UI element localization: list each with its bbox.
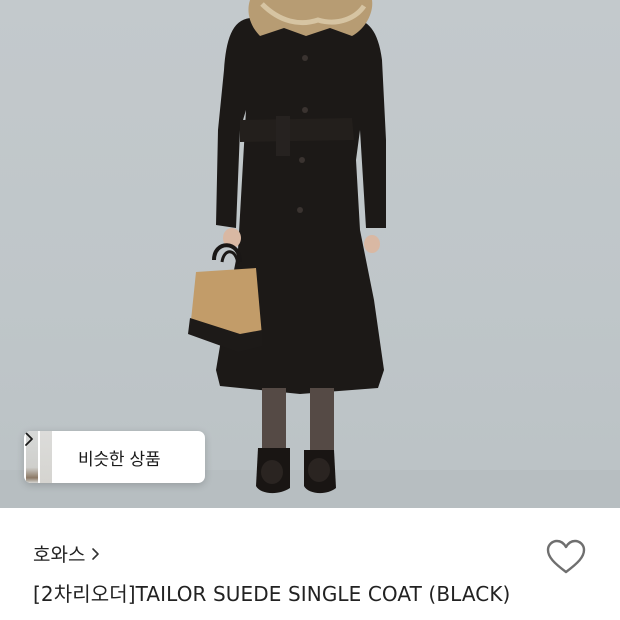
similar-product-thumbnail: [40, 431, 53, 483]
like-button[interactable]: [545, 539, 587, 579]
product-info: 호와스 [2차리오더]TAILOR SUEDE SINGLE COAT (BLA…: [0, 508, 620, 620]
similar-products-label: 비슷한 상품: [78, 449, 161, 470]
similar-products-button[interactable]: 비슷한 상품: [24, 431, 205, 483]
chevron-right-icon: [91, 547, 100, 561]
brand-link[interactable]: 호와스: [33, 540, 100, 567]
product-image[interactable]: 비슷한 상품: [0, 0, 620, 508]
heart-outline-icon: [546, 539, 586, 579]
brand-name: 호와스: [33, 544, 86, 566]
product-title: [2차리오더]TAILOR SUEDE SINGLE COAT (BLACK): [33, 582, 511, 606]
